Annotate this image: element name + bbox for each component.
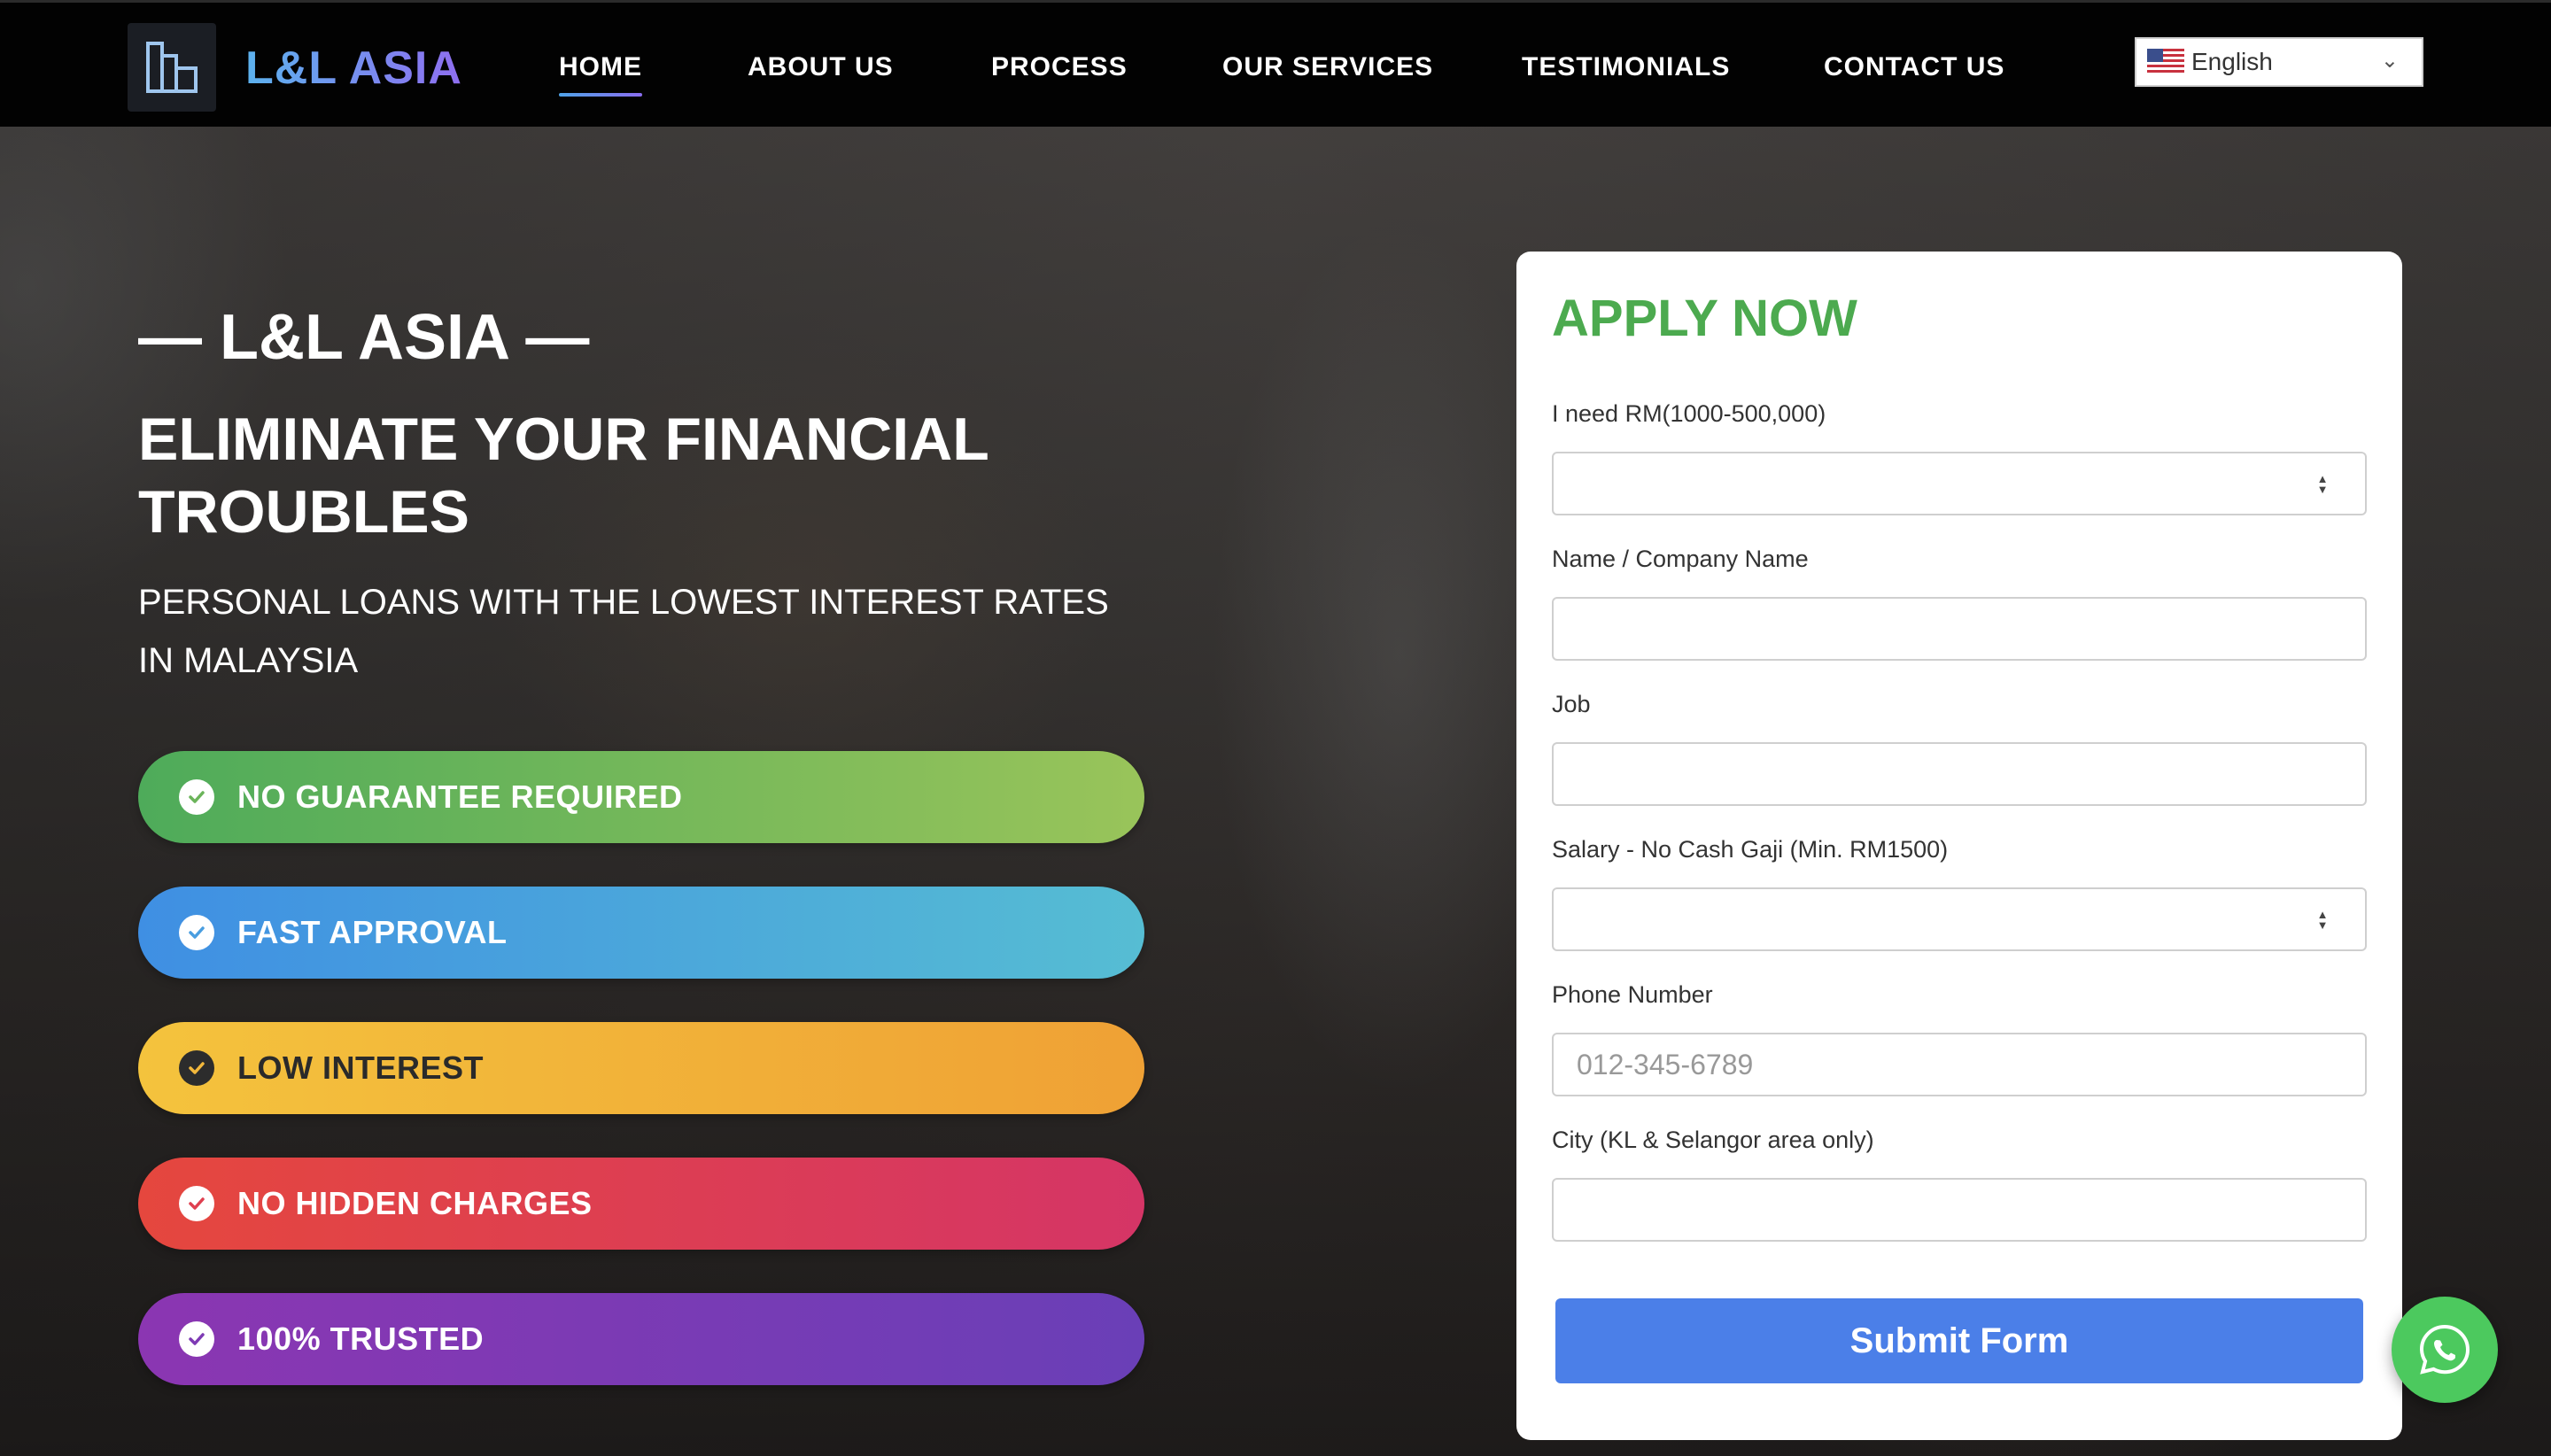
job-input[interactable] xyxy=(1552,742,2367,806)
feature-label: NO HIDDEN CHARGES xyxy=(237,1185,593,1221)
field-label-name: Name / Company Name xyxy=(1552,546,1809,572)
check-icon xyxy=(179,1321,214,1357)
nav-process[interactable]: PROCESS xyxy=(991,52,1128,82)
field-label-salary: Salary - No Cash Gaji (Min. RM1500) xyxy=(1552,836,1949,863)
hero-brand-line: — L&L ASIA — xyxy=(138,302,590,373)
feature-fast-approval: FAST APPROVAL xyxy=(138,887,1144,979)
amount-input[interactable]: ▲ ▼ xyxy=(1552,452,2367,515)
city-input[interactable] xyxy=(1552,1178,2367,1242)
field-label-job: Job xyxy=(1552,691,1591,717)
feature-trusted: 100% TRUSTED xyxy=(138,1293,1144,1385)
number-spinner-icon[interactable]: ▲ ▼ xyxy=(2315,907,2330,933)
name-input[interactable] xyxy=(1552,597,2367,661)
logo-text[interactable]: L&L ASIA xyxy=(245,42,462,95)
hero-headline: ELIMINATE YOUR FINANCIAL TROUBLES xyxy=(138,406,989,546)
hero-subline: PERSONAL LOANS WITH THE LOWEST INTEREST … xyxy=(138,583,1109,680)
top-navbar: L&L ASIA HOME ABOUT US PROCESS OUR SERVI… xyxy=(0,0,2551,127)
feature-label: 100% TRUSTED xyxy=(237,1320,485,1357)
feature-no-guarantee: NO GUARANTEE REQUIRED xyxy=(138,751,1144,843)
nav-home[interactable]: HOME xyxy=(559,52,642,97)
whatsapp-icon[interactable] xyxy=(2392,1297,2498,1403)
field-label-phone: Phone Number xyxy=(1552,981,1713,1008)
field-label-city: City (KL & Selangor area only) xyxy=(1552,1127,1874,1153)
language-selected-label: English xyxy=(2191,48,2273,75)
nav-testimonials[interactable]: TESTIMONIALS xyxy=(1522,52,1730,82)
check-icon xyxy=(179,1186,214,1221)
field-label-amount: I need RM(1000-500,000) xyxy=(1552,400,1826,427)
check-icon xyxy=(179,1050,214,1086)
feature-label: NO GUARANTEE REQUIRED xyxy=(237,778,683,815)
form-title: APPLY NOW xyxy=(1552,290,1857,347)
apply-form-card: APPLY NOW I need RM(1000-500,000) ▲ ▼ Nam… xyxy=(1516,252,2402,1440)
feature-label: FAST APPROVAL xyxy=(237,914,508,950)
phone-placeholder: 012-345-6789 xyxy=(1577,1048,1754,1080)
number-spinner-icon[interactable]: ▲ ▼ xyxy=(2315,471,2330,498)
nav-our-services[interactable]: OUR SERVICES xyxy=(1222,52,1433,82)
nav-contact-us[interactable]: CONTACT US xyxy=(1824,52,2004,82)
feature-no-hidden-charges: NO HIDDEN CHARGES xyxy=(138,1158,1144,1250)
logo-icon[interactable] xyxy=(128,23,216,112)
language-select[interactable]: English ⌄ xyxy=(2135,37,2423,87)
feature-label: LOW INTEREST xyxy=(237,1049,484,1086)
check-icon xyxy=(179,779,214,815)
check-icon xyxy=(179,915,214,950)
salary-input[interactable]: ▲ ▼ xyxy=(1552,887,2367,951)
submit-form-button[interactable]: Submit Form xyxy=(1555,1298,2363,1383)
us-flag-icon xyxy=(2147,49,2184,75)
feature-low-interest: LOW INTEREST xyxy=(138,1022,1144,1114)
nav-about-us[interactable]: ABOUT US xyxy=(748,52,894,82)
phone-input[interactable]: 012-345-6789 xyxy=(1552,1033,2367,1096)
chevron-down-icon: ⌄ xyxy=(2380,49,2399,73)
